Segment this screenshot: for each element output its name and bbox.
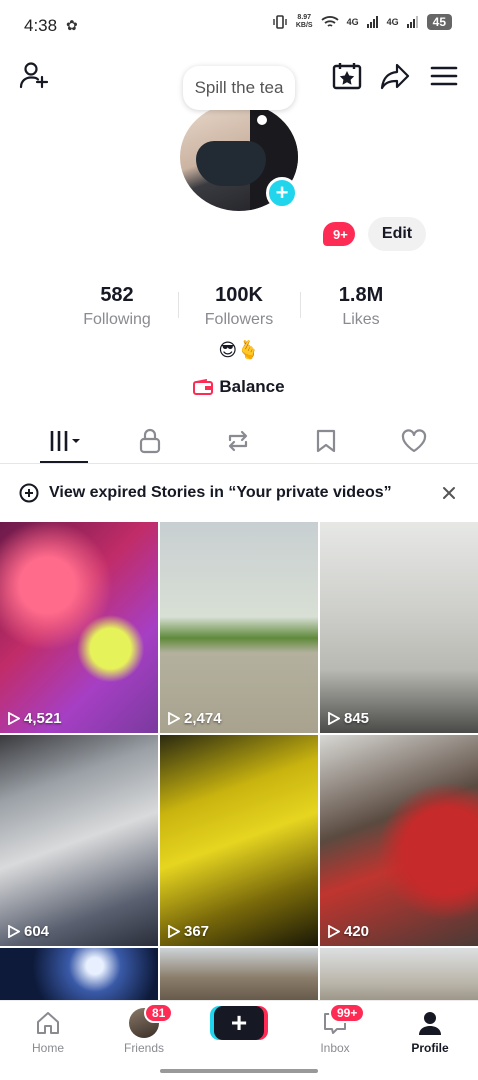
play-icon: [168, 925, 180, 938]
vibrate-icon: [273, 15, 287, 29]
status-right: 8.97 KB/S 4G 4G 45: [272, 14, 452, 30]
balance-button[interactable]: Balance: [0, 377, 478, 397]
tab-liked[interactable]: [390, 422, 438, 460]
stat-likes[interactable]: 1.8M Likes: [300, 284, 422, 329]
stat-label: Followers: [204, 311, 274, 328]
status-time: 4:38: [24, 16, 58, 35]
expired-stories-notice[interactable]: View expired Stories in “Your private vi…: [0, 466, 478, 520]
nav-home[interactable]: Home: [8, 1007, 88, 1055]
video-tile[interactable]: 2,474: [160, 522, 318, 733]
nav-label: Friends: [123, 1041, 164, 1055]
video-tile[interactable]: 845: [320, 522, 478, 733]
stat-label: Following: [83, 311, 151, 328]
view-count: 367: [168, 923, 209, 940]
tab-videos[interactable]: [40, 422, 88, 460]
close-icon[interactable]: [441, 485, 457, 501]
calendar-star-icon[interactable]: [331, 60, 363, 92]
heart-icon: [401, 429, 427, 453]
note-bubble-tail: [257, 115, 267, 125]
edit-profile-button[interactable]: Edit: [368, 217, 426, 251]
signal-1: 4G: [346, 17, 359, 27]
net-speed: 8.97 KB/S: [295, 14, 313, 29]
view-count: 845: [328, 710, 369, 727]
play-icon: [8, 925, 20, 938]
balance-label: Balance: [219, 377, 285, 396]
nav-label: Profile: [411, 1041, 449, 1055]
video-tile[interactable]: [160, 948, 318, 1008]
signal-bars-icon: [406, 16, 418, 28]
video-tile[interactable]: [0, 948, 158, 1008]
tab-reposts[interactable]: [214, 422, 262, 460]
grid-icon: [50, 431, 80, 451]
play-icon: [328, 712, 340, 725]
wifi-icon: [321, 16, 339, 27]
stat-following[interactable]: 582 Following: [56, 284, 178, 329]
stat-value: 582: [100, 284, 134, 306]
battery-indicator: 45: [426, 14, 452, 30]
notice-text: View expired Stories in “Your private vi…: [49, 484, 392, 501]
share-icon[interactable]: [379, 60, 411, 92]
view-count: 4,521: [8, 710, 62, 727]
add-friend-icon[interactable]: [18, 60, 50, 92]
nav-label: Inbox: [320, 1041, 350, 1055]
repost-icon: [228, 430, 248, 452]
signal-2: 4G: [386, 17, 399, 27]
add-story-icon: [19, 483, 39, 503]
status-bar: 4:38 ✿ 8.97 KB/S 4G 4G 45: [0, 0, 478, 50]
clover-icon: ✿: [66, 17, 78, 33]
home-icon: [37, 1012, 59, 1034]
tab-favorites[interactable]: [302, 422, 350, 460]
stat-value: 1.8M: [338, 284, 384, 306]
lock-icon: [139, 428, 161, 454]
notification-badge[interactable]: 9+: [323, 222, 355, 246]
create-button[interactable]: +: [214, 1006, 264, 1040]
stat-followers[interactable]: 100K Followers: [178, 284, 300, 329]
profile-stats: 582 Following 100K Followers 1.8M Likes: [56, 284, 422, 329]
video-tile[interactable]: 420: [320, 735, 478, 946]
video-tile[interactable]: 367: [160, 735, 318, 946]
profile-icon: [419, 1012, 441, 1035]
menu-icon[interactable]: [428, 60, 460, 92]
nav-label: Home: [31, 1041, 64, 1055]
content-tabs: [0, 418, 478, 464]
nav-profile[interactable]: Profile: [390, 1007, 470, 1055]
view-count: 420: [328, 923, 369, 940]
home-indicator: [160, 1069, 318, 1073]
view-count: 604: [8, 923, 49, 940]
inbox-badge: 99+: [329, 1003, 366, 1023]
video-tile[interactable]: 4,521: [0, 522, 158, 733]
add-story-button[interactable]: +: [266, 177, 298, 209]
stat-value: 100K: [215, 284, 263, 306]
tab-private[interactable]: [126, 422, 174, 460]
bookmark-icon: [316, 429, 336, 453]
avatar-mask: [196, 141, 266, 186]
wallet-icon: [193, 379, 214, 395]
signal-bars-icon: [366, 16, 378, 28]
play-icon: [328, 925, 340, 938]
play-icon: [168, 712, 180, 725]
play-icon: [8, 712, 20, 725]
view-count: 2,474: [168, 710, 222, 727]
video-tile[interactable]: 604: [0, 735, 158, 946]
profile-bio: 😎🫰: [218, 340, 260, 360]
stat-label: Likes: [342, 311, 380, 328]
note-bubble[interactable]: Spill the tea: [183, 66, 295, 110]
active-tab-indicator: [40, 461, 88, 463]
video-tile[interactable]: [320, 948, 478, 1008]
friends-badge: 81: [144, 1003, 174, 1023]
